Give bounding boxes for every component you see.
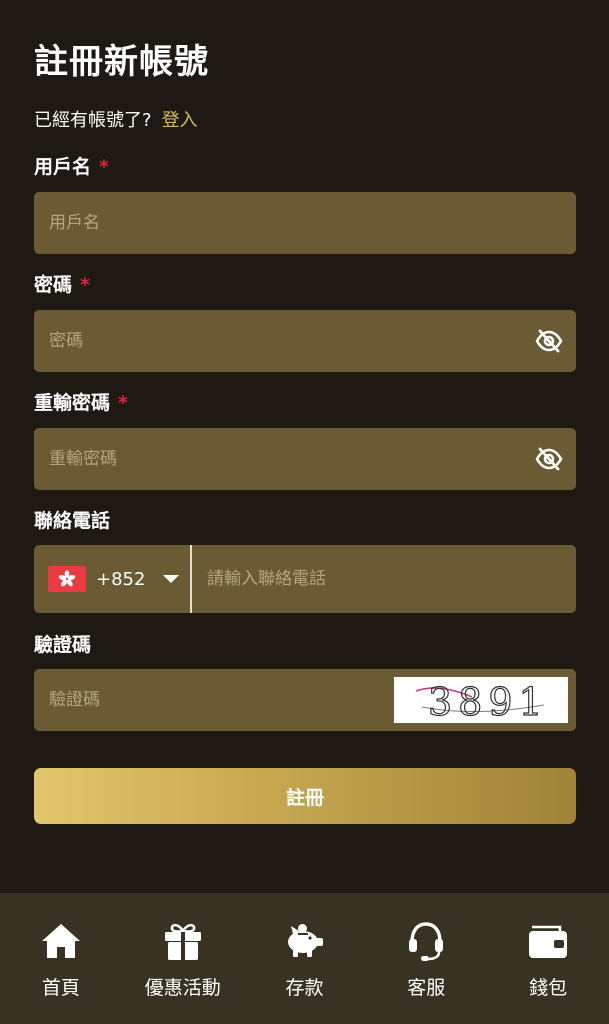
captcha-text: 3891 <box>428 680 549 723</box>
bottom-nav: 首頁 優惠活動 存款 客服 錢包 <box>0 893 609 1024</box>
page-title: 註冊新帳號 <box>34 42 209 82</box>
home-icon <box>39 919 83 963</box>
confirm-password-label: 重輸密碼 * <box>34 392 128 414</box>
captcha-field: 3891 <box>34 669 576 731</box>
captcha-image[interactable]: 3891 <box>394 677 568 723</box>
phone-field: +852 <box>34 545 576 613</box>
required-mark: * <box>80 274 90 296</box>
confirm-password-input[interactable] <box>34 428 534 490</box>
captcha-label: 驗證碼 <box>34 634 92 656</box>
nav-item-deposit[interactable]: 存款 <box>244 893 366 1024</box>
gift-icon <box>161 919 205 963</box>
phone-label: 聯絡電話 <box>34 510 111 532</box>
country-code-selector[interactable]: +852 <box>34 545 192 613</box>
confirm-password-field <box>34 428 576 490</box>
nav-item-promotions[interactable]: 優惠活動 <box>122 893 244 1024</box>
required-mark: * <box>99 156 109 178</box>
username-label: 用戶名 * <box>34 156 109 178</box>
piggy-bank-icon <box>282 919 326 963</box>
nav-item-home[interactable]: 首頁 <box>0 893 122 1024</box>
password-label: 密碼 * <box>34 274 90 296</box>
password-field <box>34 310 576 372</box>
headset-icon <box>404 919 448 963</box>
wallet-icon <box>526 919 570 963</box>
login-prompt: 已經有帳號了? 登入 <box>34 106 198 132</box>
hong-kong-flag-icon <box>48 566 86 592</box>
captcha-input[interactable] <box>34 669 394 731</box>
required-mark: * <box>118 392 128 414</box>
country-code: +852 <box>96 568 146 590</box>
have-account-text: 已經有帳號了? <box>34 110 152 131</box>
phone-input[interactable] <box>192 545 576 613</box>
register-button[interactable]: 註冊 <box>34 768 576 824</box>
register-page: 註冊新帳號 已經有帳號了? 登入 用戶名* 密碼* <box>0 0 609 1024</box>
password-input[interactable] <box>34 310 534 372</box>
username-input[interactable] <box>34 192 576 254</box>
caret-down-icon <box>163 575 180 583</box>
nav-item-support[interactable]: 客服 <box>365 893 487 1024</box>
nav-item-wallet[interactable]: 錢包 <box>487 893 609 1024</box>
username-field <box>34 192 576 254</box>
eye-off-icon[interactable] <box>534 326 564 356</box>
eye-off-icon[interactable] <box>534 444 564 474</box>
login-link[interactable]: 登入 <box>162 110 198 131</box>
